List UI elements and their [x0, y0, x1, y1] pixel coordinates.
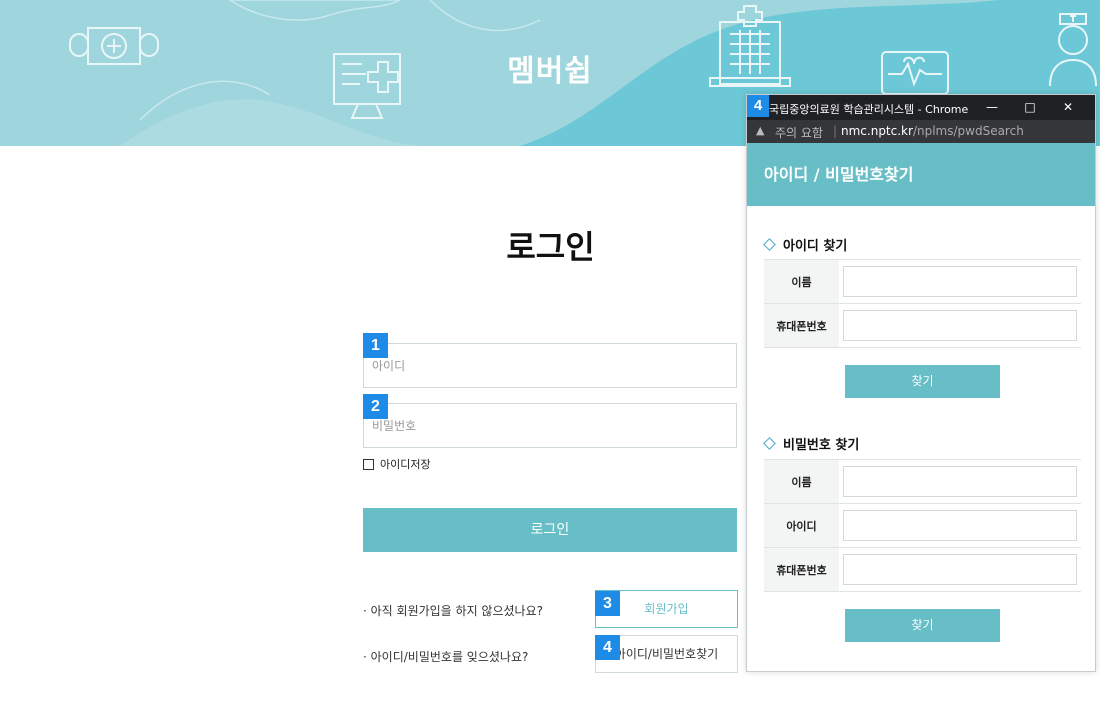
password-input[interactable] — [364, 404, 736, 447]
popup-window-title: 국립중앙의료원 학습관리시스템 - Chrome — [769, 103, 969, 116]
maximize-icon[interactable]: □ — [1011, 95, 1049, 120]
popup-address-bar[interactable]: ▲ 주의 요함 | nmc.nptc.kr/nplms/pwdSearch — [747, 120, 1095, 143]
banner-title: 멤버쉽 — [507, 54, 593, 89]
id-label: 아이디 — [764, 504, 839, 547]
find-pw-name-input[interactable] — [843, 466, 1077, 497]
form-row: 휴대폰번호 — [764, 304, 1081, 348]
form-row: 휴대폰번호 — [764, 548, 1081, 592]
find-id-form: 이름 휴대폰번호 — [764, 259, 1081, 348]
diamond-bullet-icon — [763, 437, 776, 450]
url-domain: nmc.nptc.kr — [841, 124, 913, 138]
security-label: 주의 요함 — [775, 126, 823, 140]
step-badge: 1 — [363, 333, 388, 358]
step-badge: 4 — [747, 95, 769, 117]
remember-id-label: 아이디저장 — [380, 458, 431, 471]
step-badge: 4 — [595, 635, 620, 660]
find-pw-phone-input[interactable] — [843, 554, 1077, 585]
form-row: 아이디 — [764, 504, 1081, 548]
step-badge: 2 — [363, 394, 388, 419]
step-badge: 3 — [595, 591, 620, 616]
find-password-section-title: 비밀번호 찾기 — [763, 434, 859, 453]
find-id-button[interactable]: 찾기 — [845, 365, 1000, 398]
signup-question: · 아직 회원가입을 하지 않으셨나요? — [363, 604, 544, 618]
id-input[interactable] — [364, 344, 736, 387]
find-id-name-input[interactable] — [843, 266, 1077, 297]
find-password-title: 비밀번호 찾기 — [783, 438, 860, 453]
find-id-title: 아이디 찾기 — [783, 239, 848, 254]
login-button[interactable]: 로그인 — [363, 508, 737, 552]
remember-id[interactable]: 아이디저장 — [363, 456, 431, 472]
find-question: · 아이디/비밀번호를 잊으셨나요? — [363, 650, 529, 664]
find-password-button[interactable]: 찾기 — [845, 609, 1000, 642]
login-title: 로그인 — [506, 228, 595, 266]
find-pw-id-input[interactable] — [843, 510, 1077, 541]
find-id-phone-input[interactable] — [843, 310, 1077, 341]
minimize-icon[interactable]: — — [973, 95, 1011, 120]
form-row: 이름 — [764, 460, 1081, 504]
close-icon[interactable]: ✕ — [1049, 95, 1087, 120]
form-row: 이름 — [764, 260, 1081, 304]
diamond-bullet-icon — [763, 238, 776, 251]
address-separator: | — [833, 124, 838, 138]
remember-id-checkbox[interactable] — [363, 458, 374, 470]
find-id-section-title: 아이디 찾기 — [763, 235, 847, 254]
phone-label: 휴대폰번호 — [764, 548, 839, 591]
find-password-form: 이름 아이디 휴대폰번호 — [764, 459, 1081, 592]
id-field[interactable] — [363, 343, 737, 388]
popup-header: 아이디 / 비밀번호찾기 — [747, 143, 1095, 206]
url-path: /nplms/pwdSearch — [912, 124, 1024, 138]
popup-titlebar[interactable]: 국립중앙의료원 학습관리시스템 - Chrome — □ ✕ — [747, 95, 1095, 120]
name-label: 이름 — [764, 460, 839, 503]
name-label: 이름 — [764, 260, 839, 303]
find-account-popup-window: 국립중앙의료원 학습관리시스템 - Chrome — □ ✕ 4 ▲ 주의 요함… — [746, 94, 1096, 672]
popup-url: nmc.nptc.kr/nplms/pwdSearch — [841, 124, 1024, 138]
warning-icon: ▲ — [756, 124, 765, 137]
phone-label: 휴대폰번호 — [764, 304, 839, 347]
password-field[interactable] — [363, 403, 737, 448]
